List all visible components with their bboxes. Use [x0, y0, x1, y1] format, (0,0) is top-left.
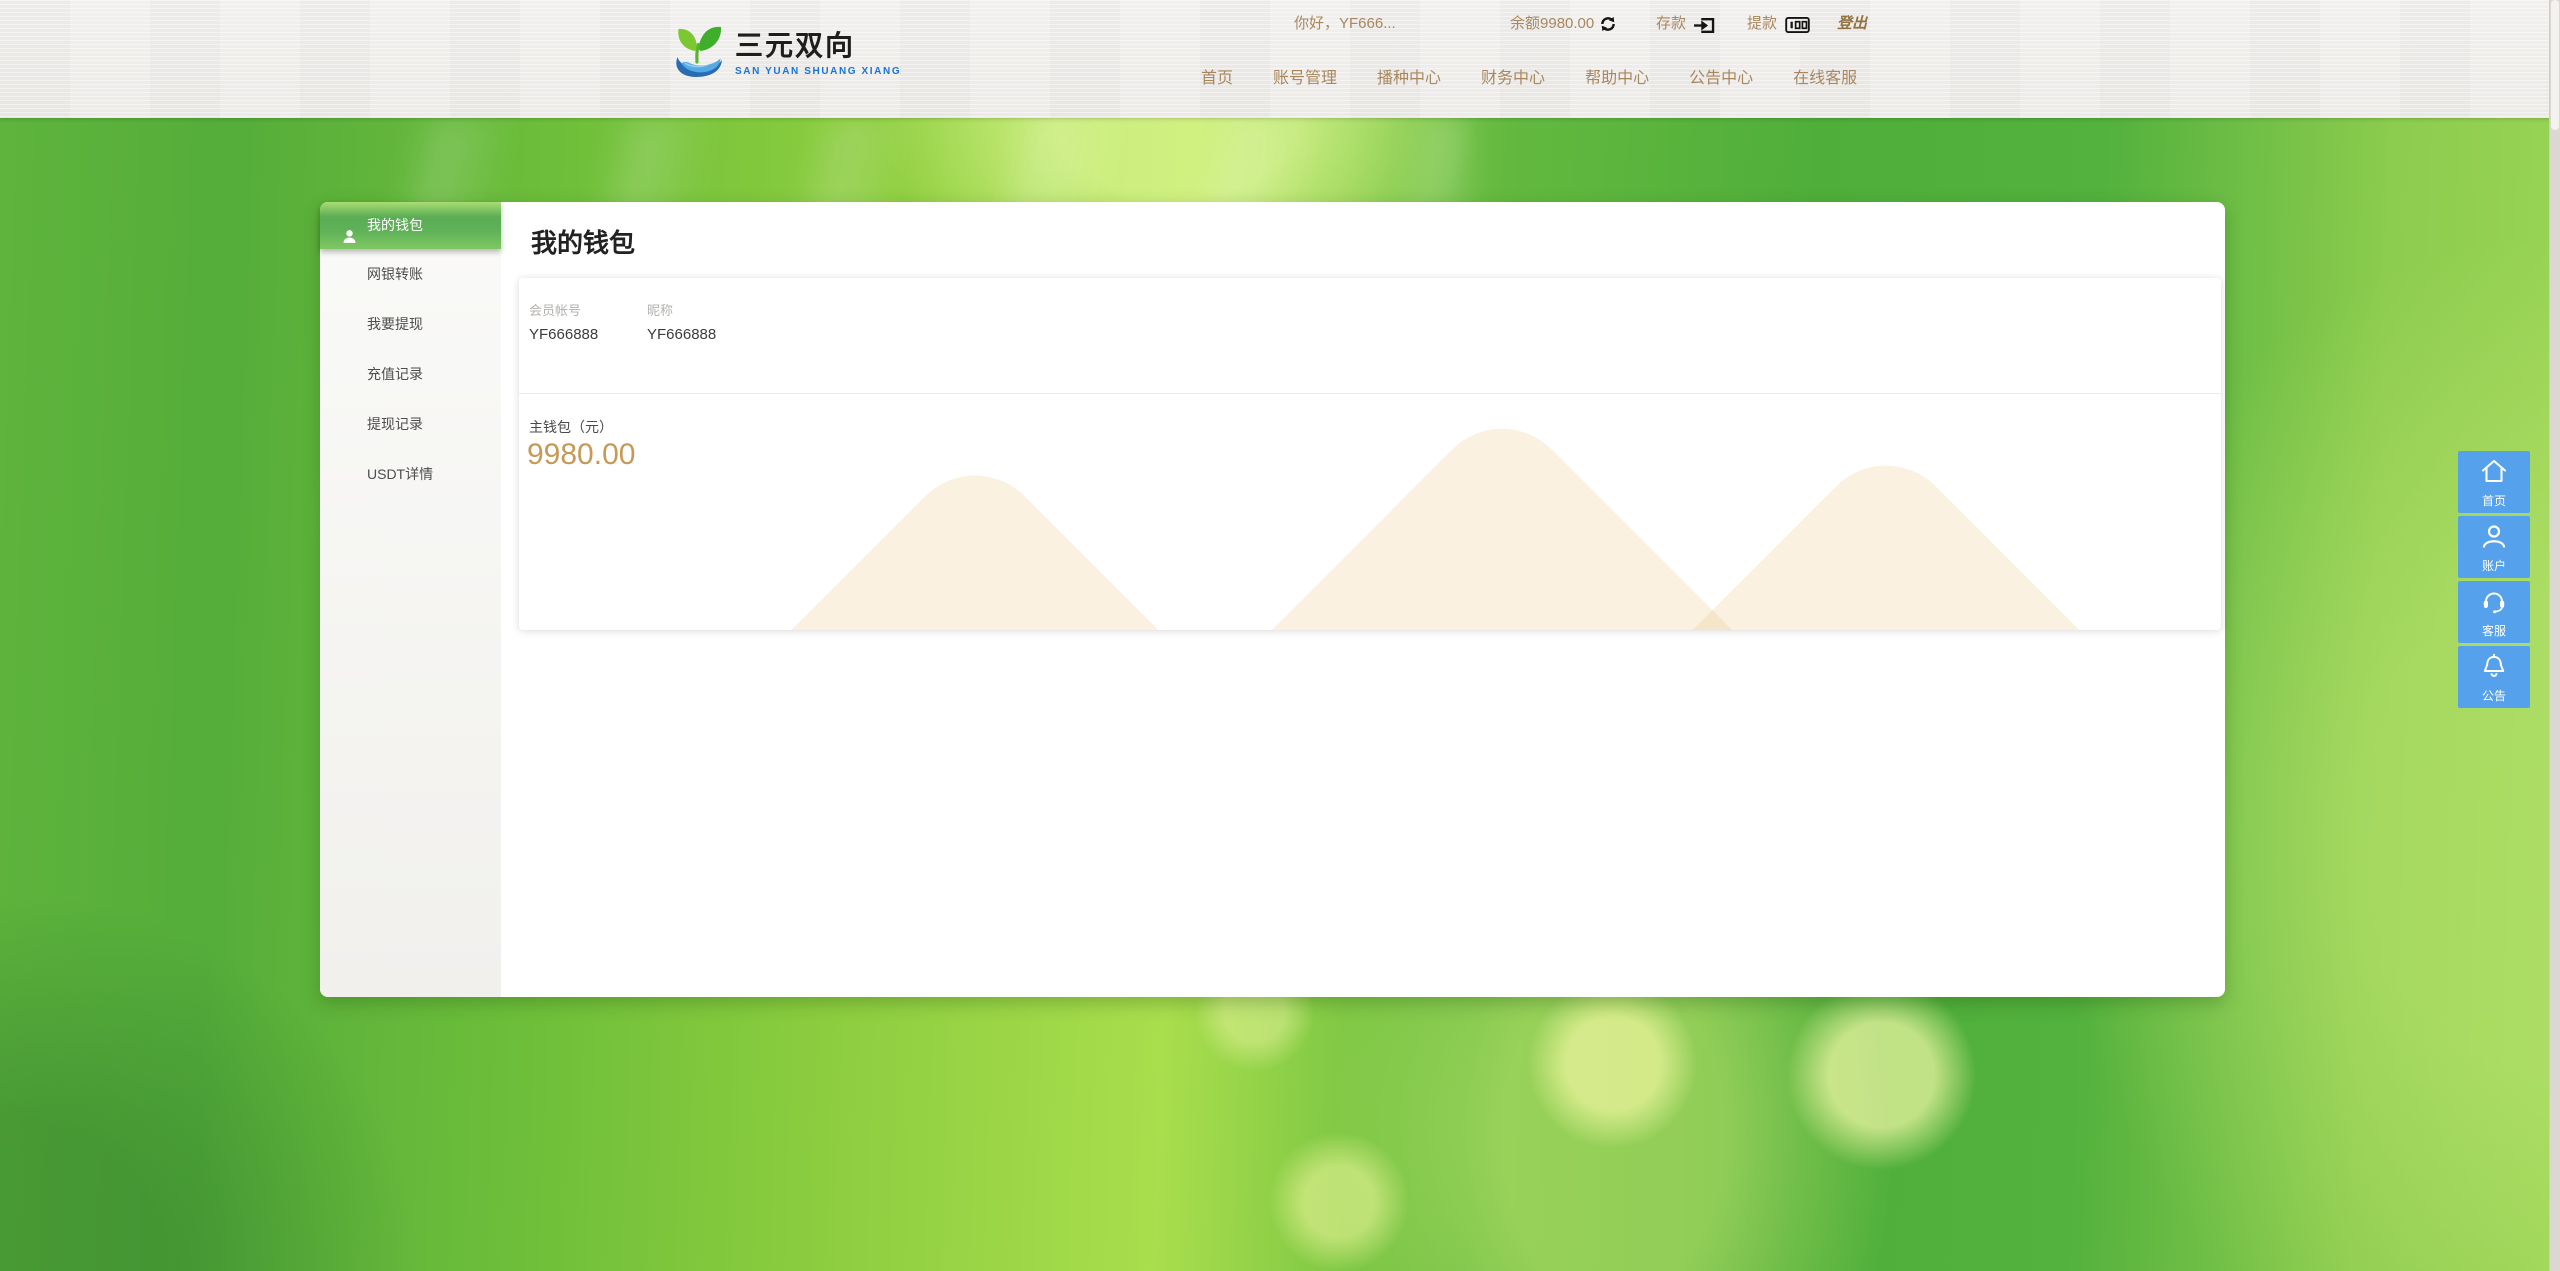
balance-text: 余额9980.00 [1510, 14, 1594, 34]
deposit-box-icon[interactable] [1693, 16, 1715, 40]
deposit-link[interactable]: 存款 [1656, 14, 1686, 34]
nav-item-account-management[interactable]: 账号管理 [1273, 64, 1337, 88]
wallet-panel: 我的钱包 网银转账 我要提现 充值记录 提现记录 USDT详情 我的钱包 会员帐… [320, 202, 2225, 997]
wallet-label: 主钱包（元） [529, 417, 613, 437]
bell-icon [2480, 646, 2508, 684]
float-button-label: 公告 [2482, 687, 2506, 704]
nav-item-seeding-center[interactable]: 播种中心 [1377, 64, 1441, 88]
sidebar: 我的钱包 网银转账 我要提现 充值记录 提现记录 USDT详情 [320, 202, 501, 997]
nav-item-online-service[interactable]: 在线客服 [1793, 64, 1857, 88]
logo-subtitle: SAN YUAN SHUANG XIANG [735, 66, 901, 77]
sidebar-item-usdt-details[interactable]: USDT详情 [320, 449, 501, 499]
member-info-row: 会员帐号 YF666888 昵称 YF666888 [529, 300, 765, 343]
home-icon [2480, 451, 2508, 489]
member-account-value: YF666888 [529, 326, 647, 343]
float-button-home[interactable]: 首页 [2458, 451, 2530, 513]
member-account: 会员帐号 YF666888 [529, 300, 647, 343]
sidebar-item-label: 我的钱包 [367, 217, 423, 233]
floating-button-group: 首页 账户 客服 [2458, 451, 2530, 708]
scrollbar[interactable] [2549, 0, 2560, 1271]
float-button-service[interactable]: 客服 [2458, 581, 2530, 643]
content-area: 我的钱包 会员帐号 YF666888 昵称 YF666888 主钱包（ [501, 202, 2225, 997]
header: 三元双向 SAN YUAN SHUANG XIANG 你好，YF666... 余… [0, 0, 2560, 118]
refresh-icon[interactable] [1599, 15, 1617, 38]
float-button-account[interactable]: 账户 [2458, 516, 2530, 578]
balance-value: 9980.00 [1540, 15, 1594, 32]
balance-label: 余额 [1510, 15, 1540, 32]
greeting-text: 你好，YF666... [1294, 14, 1396, 34]
member-nickname-label: 昵称 [647, 300, 765, 319]
wallet-card: 会员帐号 YF666888 昵称 YF666888 主钱包（元） 9980.00 [519, 278, 2221, 630]
sidebar-item-my-wallet[interactable]: 我的钱包 [320, 202, 501, 249]
sidebar-item-recharge-records[interactable]: 充值记录 [320, 349, 501, 399]
user-icon [2480, 516, 2508, 554]
page-title: 我的钱包 [531, 223, 635, 260]
logout-link[interactable]: 登出 [1837, 14, 1867, 34]
main-nav: 首页 账号管理 播种中心 财务中心 帮助中心 公告中心 在线客服 [1201, 64, 1857, 88]
nav-item-help-center[interactable]: 帮助中心 [1585, 64, 1649, 88]
float-button-announcement[interactable]: 公告 [2458, 646, 2530, 708]
sprout-bowl-icon [670, 20, 726, 85]
logo[interactable]: 三元双向 SAN YUAN SHUANG XIANG [670, 20, 901, 85]
customer-service-icon [2480, 581, 2508, 619]
member-nickname: 昵称 YF666888 [647, 300, 765, 343]
float-button-label: 首页 [2482, 492, 2506, 509]
logo-title: 三元双向 [735, 29, 901, 63]
member-account-label: 会员帐号 [529, 300, 647, 319]
wallet-amount: 9980.00 [527, 438, 635, 472]
page: 三元双向 SAN YUAN SHUANG XIANG 你好，YF666... 余… [0, 0, 2560, 1271]
banknote-icon[interactable] [1785, 17, 1810, 38]
scrollbar-thumb[interactable] [2551, 0, 2559, 130]
sidebar-item-withdraw[interactable]: 我要提现 [320, 299, 501, 349]
card-divider [519, 393, 2221, 394]
nav-item-home[interactable]: 首页 [1201, 64, 1233, 88]
float-button-label: 账户 [2482, 557, 2506, 574]
logo-titles: 三元双向 SAN YUAN SHUANG XIANG [735, 20, 901, 77]
decorative-shape [530, 447, 1421, 630]
nav-item-finance-center[interactable]: 财务中心 [1481, 64, 1545, 88]
withdraw-link[interactable]: 提款 [1747, 14, 1777, 34]
nav-item-announcement-center[interactable]: 公告中心 [1689, 64, 1753, 88]
float-button-label: 客服 [2482, 622, 2506, 639]
member-nickname-value: YF666888 [647, 326, 765, 343]
sidebar-item-withdraw-records[interactable]: 提现记录 [320, 399, 501, 449]
sidebar-item-bank-transfer[interactable]: 网银转账 [320, 249, 501, 299]
